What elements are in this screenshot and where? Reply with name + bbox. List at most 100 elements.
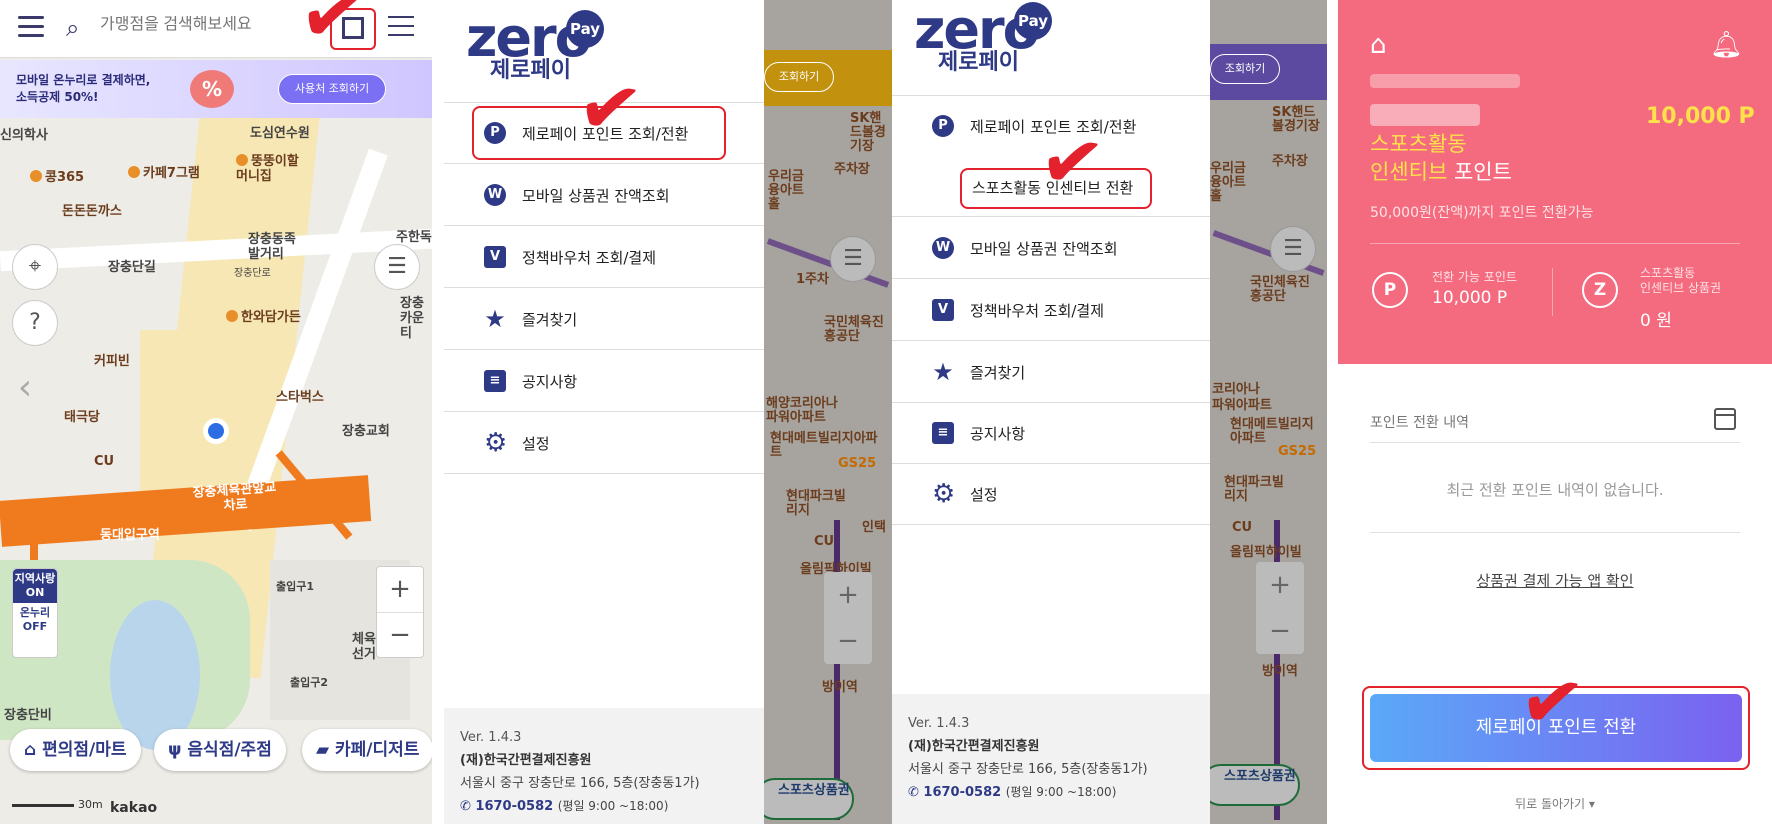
app-version: Ver. 1.4.3 bbox=[460, 730, 522, 745]
list-view-icon[interactable]: ☰ bbox=[374, 244, 420, 290]
side-menu: zero Pay 제로페이 P 제로페이 포인트 조회/전환 W 모바일 상품권 잔… bbox=[444, 0, 764, 824]
filter-settings-icon[interactable] bbox=[388, 16, 414, 40]
category-chip-restaurant[interactable]: ψ 음식점/주점 bbox=[154, 729, 286, 771]
menu-footer: Ver. 1.4.3 (재)한국간편결제진흥원 서울시 중구 장충단로 166,… bbox=[892, 694, 1210, 824]
map-poi[interactable]: 출입구1 bbox=[276, 578, 314, 594]
poi-marker-icon bbox=[236, 154, 248, 166]
chevron-left-icon[interactable]: ‹ bbox=[2, 366, 48, 412]
zeropay-logo: zero Pay 제로페이 bbox=[914, 0, 1052, 75]
map-poi[interactable]: 태극당 bbox=[64, 406, 100, 425]
map-poi[interactable]: 장충체육관앞교차로 bbox=[189, 480, 281, 516]
promo-banner[interactable]: 모바일 온누리로 결제하면, 소득공제 50%! % 사용처 조회하기 bbox=[0, 60, 432, 118]
gear-icon: ⚙ bbox=[932, 479, 956, 509]
map-poi[interactable]: 장충단길 bbox=[108, 256, 156, 275]
local-currency-toggle[interactable]: 지역사랑 ON bbox=[13, 569, 57, 603]
map-poi[interactable]: 콩365 bbox=[30, 166, 84, 185]
category-chip-cafe[interactable]: ▰ 카페/디저트 bbox=[302, 729, 432, 771]
menu-item-settings[interactable]: ⚙ 설정 bbox=[444, 413, 764, 474]
map-poi[interactable]: 체육선거 bbox=[352, 632, 378, 662]
payment-apps-link[interactable]: 상품권 결제 가능 앱 확인 bbox=[1338, 570, 1772, 591]
home-icon[interactable]: ⌂ bbox=[1370, 30, 1387, 60]
menu-item-gift-balance[interactable]: W 모바일 상품권 잔액조회 bbox=[444, 165, 764, 226]
onnuri-toggle[interactable]: 온누리 OFF bbox=[13, 603, 57, 637]
zoom-out-button[interactable]: − bbox=[377, 613, 423, 659]
map-poi: 올림픽하이빌 bbox=[1230, 545, 1302, 560]
category-chip-convenience[interactable]: ⌂ 편의점/마트 bbox=[10, 729, 141, 771]
map-poi[interactable]: 장충교회 bbox=[342, 420, 390, 439]
menu-item-voucher[interactable]: V 정책바우처 조회/결제 bbox=[444, 227, 764, 288]
map-poi: 파워아파트 bbox=[1212, 398, 1272, 413]
list-view-icon[interactable]: ☰ bbox=[1270, 226, 1316, 272]
find-stores-button[interactable]: 조회하기 bbox=[764, 62, 834, 92]
map-poi[interactable]: 카페7그램 bbox=[128, 162, 200, 181]
map-poi: 방이역 bbox=[1262, 664, 1298, 679]
menu-item-notice[interactable]: ≡ 공지사항 bbox=[444, 351, 764, 412]
map-poi: 현대파크빌리지 bbox=[1224, 475, 1284, 504]
points-p-icon: P bbox=[1372, 272, 1408, 308]
side-menu-expanded: zero Pay 제로페이 P 제로페이 포인트 조회/전환 스포츠활동 인센티브… bbox=[892, 0, 1210, 824]
banner-text: 모바일 온누리로 결제하면, 소득공제 50%! bbox=[16, 73, 151, 104]
help-icon[interactable]: ? bbox=[12, 300, 58, 346]
voucher-label: 스포츠활동 인센티브 상품권 bbox=[1640, 266, 1722, 295]
category-chip-sports[interactable]: 스포츠상품권 bbox=[764, 778, 854, 820]
map-poi[interactable]: 동대입구역 bbox=[100, 524, 160, 543]
back-link[interactable]: 뒤로 돌아가기 ▾ bbox=[1338, 795, 1772, 812]
bell-icon[interactable]: 🔔︎ bbox=[1710, 30, 1743, 60]
organization-name: (재)한국간편결제진흥원 bbox=[908, 739, 1040, 754]
dimmed-map[interactable]: 조회하기 SK핸드볼경기장 주차장 우리금융아트홀 국민체육진흥공단 코리아나 … bbox=[1210, 0, 1327, 824]
category-chip-sports[interactable]: 스포츠상품권 bbox=[1210, 764, 1300, 806]
zoom-in-button[interactable]: + bbox=[377, 567, 423, 613]
find-stores-button[interactable]: 사용처 조회하기 bbox=[278, 74, 386, 104]
coin-icon: W bbox=[484, 184, 506, 206]
currency-toggle[interactable]: 지역사랑 ON 온누리 OFF bbox=[12, 568, 58, 658]
menu-item-notice[interactable]: ≡ 공지사항 bbox=[892, 403, 1210, 464]
map-poi[interactable]: 도심연수원 bbox=[250, 122, 310, 141]
map-poi[interactable]: 출입구2 bbox=[290, 674, 328, 690]
find-stores-button[interactable]: 조회하기 bbox=[1210, 54, 1280, 84]
list-view-icon[interactable]: ☰ bbox=[830, 236, 876, 282]
organization-name: (재)한국간편결제진흥원 bbox=[460, 753, 592, 768]
menu-item-settings[interactable]: ⚙ 설정 bbox=[892, 464, 1210, 525]
locate-me-icon[interactable]: ⌖ bbox=[12, 244, 58, 290]
map-poi[interactable]: 주한독 bbox=[396, 226, 432, 245]
map-poi[interactable]: CU bbox=[94, 454, 114, 469]
phone-number[interactable]: ✆ 1670-0582 (평일 9:00 ~18:00) bbox=[460, 795, 750, 818]
search-input[interactable] bbox=[100, 16, 300, 34]
dimmed-map[interactable]: 조회하기 SK핸드볼경기장 주차장 우리금융아트홀 1주차 국민체육진흥공단 해… bbox=[764, 0, 892, 824]
map-poi[interactable]: 돈돈돈까스 bbox=[62, 200, 122, 219]
menu-footer: Ver. 1.4.3 (재)한국간편결제진흥원 서울시 중구 장충단로 166,… bbox=[444, 708, 764, 824]
map-poi[interactable]: 한와담가든 bbox=[226, 306, 301, 325]
empty-history-message: 최근 전환 포인트 내역이 없습니다. bbox=[1446, 481, 1664, 499]
menu-item-favorites[interactable]: ★ 즐겨찾기 bbox=[892, 342, 1210, 403]
map-poi[interactable]: 스타벅스 bbox=[276, 386, 324, 405]
map-poi[interactable]: 신의학사 bbox=[0, 124, 48, 143]
map-poi: 국민체육진흥공단 bbox=[824, 315, 884, 344]
history-label: 포인트 전환 내역 bbox=[1370, 415, 1470, 431]
map-road-label: 장충단로 bbox=[234, 268, 271, 279]
zoom-control[interactable]: + − bbox=[824, 572, 872, 664]
menu-item-voucher[interactable]: V 정책바우처 조회/결제 bbox=[892, 280, 1210, 341]
map-poi[interactable]: 뚱뚱이할머니집 bbox=[236, 154, 306, 184]
map-poi: 국민체육진흥공단 bbox=[1250, 275, 1310, 304]
store-icon: ⌂ bbox=[24, 740, 43, 760]
map-poi[interactable]: 장충카운티 bbox=[400, 296, 432, 341]
water-area bbox=[110, 600, 200, 750]
menu-item-favorites[interactable]: ★ 즐겨찾기 bbox=[444, 289, 764, 350]
map-poi[interactable]: 장충동족발거리 bbox=[248, 232, 298, 262]
hamburger-menu-icon[interactable] bbox=[18, 16, 44, 38]
zoom-control[interactable]: + − bbox=[1256, 562, 1304, 654]
map-poi: 파워아파트 bbox=[766, 410, 826, 425]
phone-number[interactable]: ✆ 1670-0582 (평일 9:00 ~18:00) bbox=[908, 781, 1196, 804]
coin-icon: W bbox=[932, 237, 954, 259]
map-poi[interactable]: 장충단비 bbox=[4, 704, 52, 723]
menu-item-gift-balance[interactable]: W 모바일 상품권 잔액조회 bbox=[892, 218, 1210, 279]
organization-address: 서울시 중구 장충단로 166, 5층(장충동1가) bbox=[908, 762, 1148, 777]
calendar-icon[interactable] bbox=[1714, 408, 1736, 430]
blurred-user-info bbox=[1370, 74, 1520, 88]
fork-knife-icon: ψ bbox=[168, 740, 188, 760]
map-screen: 신의학사 도심연수원 콩365 카페7그램 뚱뚱이할머니집 돈돈돈까스 장충동족… bbox=[0, 0, 432, 824]
map-poi[interactable]: 커피빈 bbox=[94, 350, 130, 369]
search-icon[interactable]: ⌕ bbox=[66, 14, 79, 42]
search-bar: ⌕ bbox=[0, 0, 432, 58]
sports-incentive-screen: ⌂ 🔔︎ 10,000 P 스포츠활동 인센티브 포인트 50,000원(잔액)… bbox=[1338, 0, 1772, 824]
